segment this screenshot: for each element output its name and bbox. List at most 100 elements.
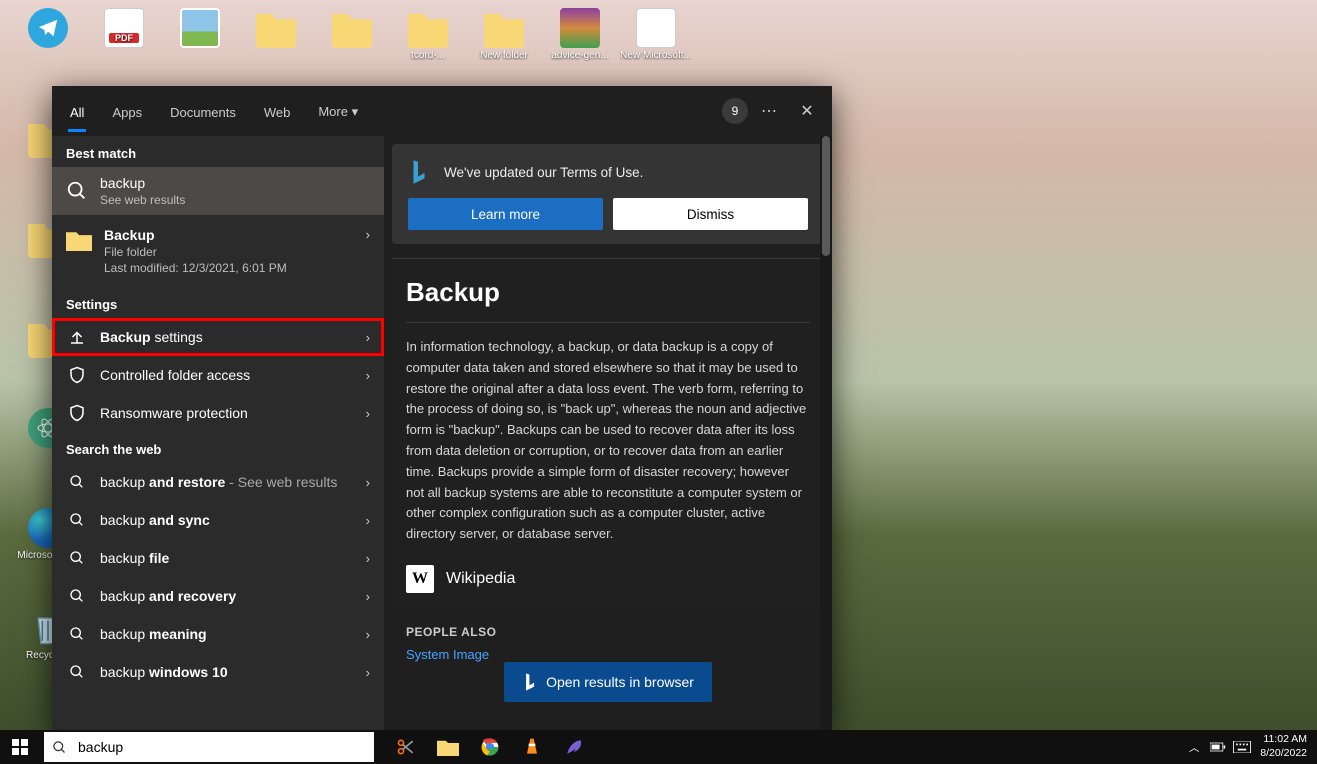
taskbar-clock[interactable]: 11:02 AM 8/20/2022 — [1254, 733, 1317, 760]
winrar-icon — [560, 8, 600, 48]
folder-icon — [484, 8, 524, 48]
desktop-icon-new-ms[interactable]: New Microsoft... — [620, 8, 692, 61]
scrollbar[interactable] — [820, 136, 832, 730]
tab-more[interactable]: More ▾ — [304, 90, 372, 132]
scroll-thumb[interactable] — [822, 136, 830, 256]
section-settings: Settings — [52, 287, 384, 318]
feather-icon — [564, 737, 584, 757]
search-icon — [66, 661, 88, 683]
vlc-icon — [522, 737, 542, 757]
card-title: Backup — [406, 277, 810, 308]
chevron-right-icon: › — [366, 627, 370, 642]
pin-feather[interactable] — [554, 730, 594, 764]
windows-icon — [12, 739, 28, 755]
bestmatch-title: backup — [100, 175, 370, 191]
web-item-0[interactable]: backup and restore - See web results › — [52, 463, 384, 501]
search-left-pane: All Apps Documents Web More ▾ Best match… — [52, 86, 384, 730]
taskbar-pins — [386, 730, 594, 764]
desktop-icon-telegram[interactable] — [12, 8, 84, 50]
folder-sub: File folder — [104, 245, 360, 259]
start-button[interactable] — [0, 730, 40, 764]
close-icon[interactable]: ✕ — [790, 94, 824, 128]
desktop-icon-pdf[interactable]: PDF — [88, 8, 160, 50]
section-best-match: Best match — [52, 136, 384, 167]
taskbar-search[interactable] — [44, 732, 374, 762]
badge-count[interactable]: 9 — [722, 98, 748, 124]
chevron-right-icon: › — [366, 368, 370, 383]
pin-snip[interactable] — [386, 730, 426, 764]
search-panel: All Apps Documents Web More ▾ Best match… — [52, 86, 832, 730]
desktop-icon-newfolder[interactable]: New folder — [468, 8, 540, 61]
settings-item-backup[interactable]: Backup settings › — [52, 318, 384, 356]
learn-more-button[interactable]: Learn more — [408, 198, 603, 230]
clock-date: 8/20/2022 — [1260, 747, 1307, 761]
pdf-icon: PDF — [109, 33, 139, 43]
wikipedia-icon: W — [406, 565, 434, 593]
web-item-4[interactable]: backup meaning › — [52, 615, 384, 653]
folder-icon — [437, 738, 459, 756]
chevron-right-icon: › — [366, 475, 370, 490]
tray-keyboard-icon[interactable] — [1230, 730, 1254, 764]
folder-title: Backup — [104, 227, 360, 243]
chevron-down-icon: ▾ — [352, 104, 359, 119]
clock-time: 11:02 AM — [1260, 733, 1307, 747]
backup-arrow-icon — [66, 326, 88, 348]
terms-banner: We've updated our Terms of Use. Learn mo… — [392, 144, 824, 244]
image-icon — [180, 8, 220, 48]
tray-battery-icon[interactable] — [1206, 730, 1230, 764]
tab-web[interactable]: Web — [250, 91, 305, 132]
card-body: In information technology, a backup, or … — [406, 337, 810, 545]
pin-vlc[interactable] — [512, 730, 552, 764]
scissors-icon — [396, 737, 416, 757]
section-search-web: Search the web — [52, 432, 384, 463]
bing-icon — [522, 672, 538, 692]
desktop-icon-folder-2[interactable] — [316, 8, 388, 50]
search-icon — [66, 585, 88, 607]
desktop-icon-tcord[interactable]: tcord-... — [392, 8, 464, 61]
people-also: PEOPLE ALSO System Image — [392, 625, 824, 664]
bestmatch-item[interactable]: backup See web results — [52, 167, 384, 215]
chevron-right-icon: › — [366, 665, 370, 680]
document-icon — [636, 8, 676, 48]
tab-apps[interactable]: Apps — [98, 91, 156, 132]
tab-documents[interactable]: Documents — [156, 91, 250, 132]
people-link[interactable]: System Image — [406, 647, 489, 662]
banner-text: We've updated our Terms of Use. — [444, 165, 643, 180]
search-icon — [66, 547, 88, 569]
desktop-icon-winrar[interactable]: advice-gen... — [544, 8, 616, 61]
search-input[interactable] — [74, 739, 374, 755]
taskbar-tray: ︿ 11:02 AM 8/20/2022 — [1182, 730, 1317, 764]
settings-item-controlled-folder[interactable]: Controlled folder access › — [52, 356, 384, 394]
folder-item[interactable]: Backup File folder Last modified: 12/3/2… — [52, 215, 384, 287]
shield-icon — [66, 364, 88, 386]
desktop-icon-image[interactable] — [164, 8, 236, 50]
search-right-header: 9 ⋯ ✕ — [384, 86, 832, 136]
web-item-1[interactable]: backup and sync › — [52, 501, 384, 539]
people-also-label: PEOPLE ALSO — [406, 625, 810, 639]
settings-item-ransomware[interactable]: Ransomware protection › — [52, 394, 384, 432]
search-right-pane: 9 ⋯ ✕ We've updated our Terms of Use. Le… — [384, 86, 832, 730]
chevron-right-icon: › — [366, 551, 370, 566]
web-item-2[interactable]: backup file › — [52, 539, 384, 577]
folder-modified: Last modified: 12/3/2021, 6:01 PM — [104, 261, 360, 275]
folder-icon — [256, 8, 296, 48]
chevron-right-icon: › — [366, 589, 370, 604]
chevron-right-icon: › — [366, 227, 370, 242]
tab-all[interactable]: All — [56, 91, 98, 132]
shield-icon — [66, 402, 88, 424]
open-browser-button[interactable]: Open results in browser — [504, 662, 712, 702]
search-icon — [66, 180, 88, 202]
desktop-icon-folder-1[interactable] — [240, 8, 312, 50]
pin-chrome[interactable] — [470, 730, 510, 764]
web-item-3[interactable]: backup and recovery › — [52, 577, 384, 615]
tray-chevron-up-icon[interactable]: ︿ — [1182, 730, 1206, 764]
folder-icon — [66, 227, 92, 253]
more-icon[interactable]: ⋯ — [752, 94, 786, 128]
search-icon — [66, 509, 88, 531]
wikipedia-link[interactable]: W Wikipedia — [406, 565, 810, 593]
search-icon — [66, 471, 88, 493]
dismiss-button[interactable]: Dismiss — [613, 198, 808, 230]
search-icon — [44, 740, 74, 755]
web-item-5[interactable]: backup windows 10 › — [52, 653, 384, 691]
pin-explorer[interactable] — [428, 730, 468, 764]
